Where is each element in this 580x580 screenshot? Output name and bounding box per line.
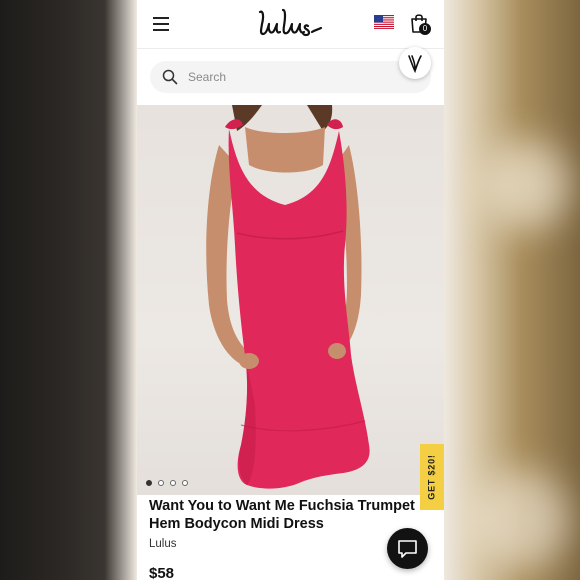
product-price: $58 <box>149 565 175 580</box>
v-logo-badge[interactable] <box>399 47 431 79</box>
cart-count-badge: 0 <box>419 23 431 35</box>
background-bokeh <box>480 140 570 230</box>
search-row <box>137 49 444 105</box>
lulus-logo[interactable] <box>255 6 325 40</box>
hamburger-menu-icon[interactable] <box>153 17 169 31</box>
search-input[interactable] <box>188 61 388 93</box>
product-title-line: Want You to Want Me Fuchsia Trumpet <box>149 498 415 514</box>
product-image[interactable] <box>137 105 444 495</box>
search-icon[interactable] <box>162 69 178 85</box>
carousel-dot[interactable] <box>146 480 152 486</box>
chat-button[interactable] <box>387 528 428 569</box>
mobile-screen: 0 Search GET $20! Want You to Want Me Fu… <box>137 0 444 580</box>
top-navigation-bar: 0 <box>137 0 444 49</box>
background-bokeh <box>470 470 570 570</box>
v-logo-icon <box>408 55 422 74</box>
carousel-dot[interactable] <box>170 480 176 486</box>
image-carousel-dots <box>146 480 188 486</box>
brand-link[interactable]: Lulus <box>149 538 177 550</box>
promo-label: GET $20! <box>427 454 438 500</box>
carousel-dot[interactable] <box>182 480 188 486</box>
product-photo-illustration <box>206 105 370 489</box>
chat-bubble-icon <box>398 540 417 558</box>
carousel-dot[interactable] <box>158 480 164 486</box>
search-bar[interactable] <box>150 61 431 93</box>
us-flag-icon[interactable] <box>374 15 394 29</box>
